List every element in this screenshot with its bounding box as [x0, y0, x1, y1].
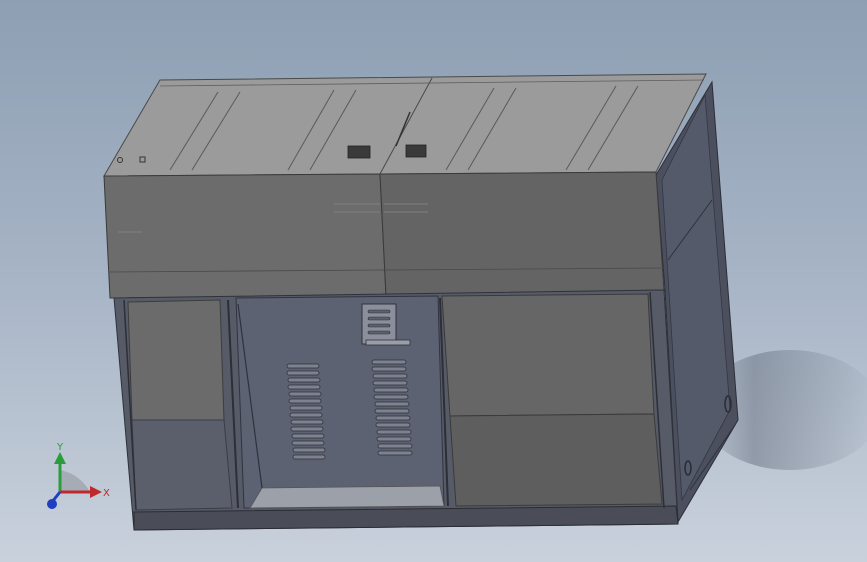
- x-axis-label: X: [103, 488, 110, 499]
- latch-right: [405, 144, 427, 158]
- right-box-upper: [441, 293, 655, 417]
- y-arrow: [54, 452, 66, 464]
- orientation-triad[interactable]: Y X: [40, 440, 120, 520]
- y-axis-label: Y: [56, 442, 64, 453]
- right-box-lower: [449, 413, 663, 507]
- cad-model[interactable]: [0, 0, 867, 562]
- front-band-right: [379, 171, 665, 297]
- triad-plane: [60, 470, 90, 492]
- left-box-lower: [131, 419, 233, 511]
- center-bay: [235, 295, 445, 509]
- graphics-viewport[interactable]: Y X: [0, 0, 867, 562]
- bay-floor: [249, 485, 445, 509]
- x-arrow: [90, 486, 102, 498]
- left-box-upper: [127, 299, 225, 421]
- vent-plate-bar: [365, 339, 411, 346]
- front-band-left: [103, 173, 387, 299]
- latch-left: [347, 145, 371, 159]
- z-arrow: [47, 499, 57, 509]
